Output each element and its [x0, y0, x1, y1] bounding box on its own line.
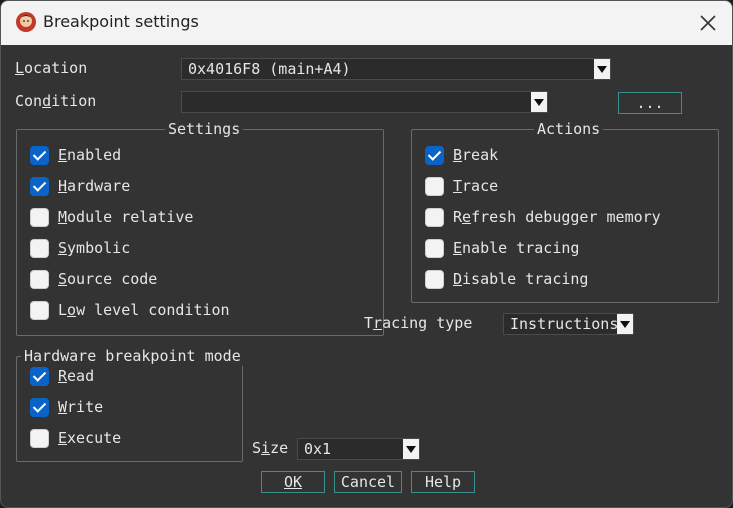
checkbox-checked-icon[interactable]	[425, 145, 444, 165]
window-title: Breakpoint settings	[43, 12, 199, 31]
breakpoint-settings-dialog: Breakpoint settings Location 0x4016F8 (m…	[0, 0, 733, 508]
checkbox-label: Low level condition	[58, 301, 230, 319]
checkbox-checked-icon[interactable]	[30, 366, 49, 386]
help-button[interactable]: Help	[411, 471, 475, 493]
location-dropdown-icon[interactable]	[594, 59, 610, 79]
execute-checkbox[interactable]: Execute	[30, 427, 121, 449]
trace-checkbox[interactable]: Trace	[425, 175, 498, 197]
checkbox-unchecked-icon[interactable]	[425, 176, 444, 196]
actions-group: Actions Break Trace Refresh debugger mem…	[411, 119, 719, 303]
checkbox-unchecked-icon[interactable]	[30, 269, 49, 289]
location-combo[interactable]: 0x4016F8 (main+A4)	[181, 58, 611, 80]
read-checkbox[interactable]: Read	[30, 365, 94, 387]
app-avatar-icon	[16, 12, 36, 32]
checkbox-checked-icon[interactable]	[30, 145, 49, 165]
checkbox-unchecked-icon[interactable]	[30, 428, 49, 448]
condition-label: Condition	[15, 92, 97, 110]
checkbox-unchecked-icon[interactable]	[425, 207, 444, 227]
checkbox-unchecked-icon[interactable]	[425, 238, 444, 258]
checkbox-label: Disable tracing	[453, 270, 589, 288]
size-dropdown-icon[interactable]	[403, 439, 419, 459]
tracing-type-dropdown-icon[interactable]	[617, 314, 633, 334]
checkbox-label: Enabled	[58, 146, 122, 164]
settings-group: Settings Enabled Hardware Module relativ…	[16, 119, 384, 336]
write-checkbox[interactable]: Write	[30, 396, 103, 418]
size-combo[interactable]: 0x1	[297, 438, 420, 460]
checkbox-label: Refresh debugger memory	[453, 208, 661, 226]
ok-button-label: OK	[283, 473, 303, 491]
location-label: Location	[15, 59, 88, 77]
checkbox-label: Enable tracing	[453, 239, 580, 257]
condition-dropdown-icon[interactable]	[531, 92, 547, 112]
enabled-checkbox[interactable]: Enabled	[30, 144, 121, 166]
enable-tracing-checkbox[interactable]: Enable tracing	[425, 237, 579, 259]
source-code-checkbox[interactable]: Source code	[30, 268, 157, 290]
checkbox-label: Symbolic	[58, 239, 131, 257]
checkbox-unchecked-icon[interactable]	[30, 207, 49, 227]
cancel-button[interactable]: Cancel	[334, 471, 402, 493]
hardware-mode-group: Hardware breakpoint mode Read Write Exec…	[16, 346, 244, 462]
tracing-type-label: Tracing type	[364, 314, 473, 332]
hardware-mode-title: Hardware breakpoint mode	[21, 346, 244, 366]
checkbox-label: Break	[453, 146, 499, 164]
actions-title: Actions	[534, 119, 604, 139]
settings-title: Settings	[165, 119, 244, 139]
ok-button[interactable]: OK	[261, 471, 325, 493]
checkbox-label: Execute	[58, 429, 122, 447]
checkbox-label: Read	[58, 367, 95, 385]
checkbox-checked-icon[interactable]	[30, 176, 49, 196]
checkbox-unchecked-icon[interactable]	[30, 238, 49, 258]
title-bar: Breakpoint settings	[1, 1, 732, 45]
module-relative-checkbox[interactable]: Module relative	[30, 206, 193, 228]
checkbox-label: Source code	[58, 270, 158, 288]
low-level-condition-checkbox[interactable]: Low level condition	[30, 299, 230, 321]
condition-browse-button[interactable]: ...	[618, 92, 682, 114]
checkbox-unchecked-icon[interactable]	[30, 300, 49, 320]
location-value: 0x4016F8 (main+A4)	[188, 60, 351, 78]
checkbox-label: Module relative	[58, 208, 194, 226]
refresh-debugger-memory-checkbox[interactable]: Refresh debugger memory	[425, 206, 661, 228]
size-value: 0x1	[304, 440, 332, 458]
break-checkbox[interactable]: Break	[425, 144, 498, 166]
close-icon[interactable]	[696, 11, 720, 35]
checkbox-checked-icon[interactable]	[30, 397, 49, 417]
condition-combo[interactable]	[181, 91, 548, 113]
size-label: Size	[252, 439, 289, 457]
checkbox-label: Trace	[453, 177, 499, 195]
tracing-type-combo[interactable]: Instructions	[503, 313, 634, 335]
checkbox-unchecked-icon[interactable]	[425, 269, 444, 289]
disable-tracing-checkbox[interactable]: Disable tracing	[425, 268, 588, 290]
tracing-type-value: Instructions	[510, 315, 619, 333]
symbolic-checkbox[interactable]: Symbolic	[30, 237, 130, 259]
checkbox-label: Write	[58, 398, 104, 416]
checkbox-label: Hardware	[58, 177, 131, 195]
hardware-checkbox[interactable]: Hardware	[30, 175, 130, 197]
